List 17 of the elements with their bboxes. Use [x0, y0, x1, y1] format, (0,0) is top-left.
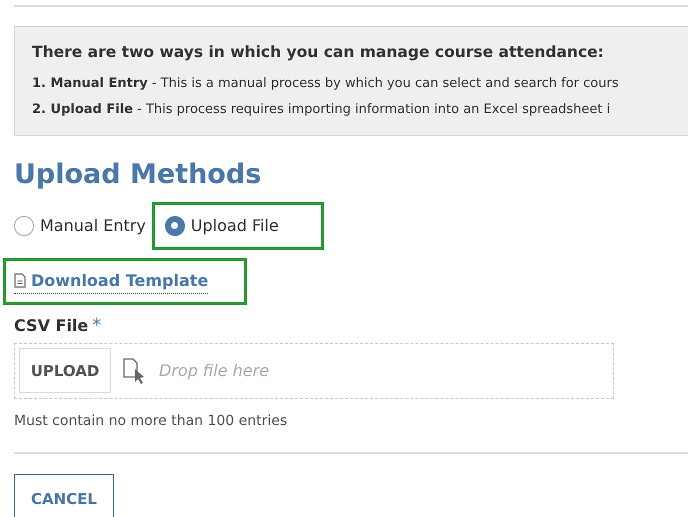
section-title: Upload Methods	[14, 158, 262, 192]
cancel-button[interactable]: CANCEL	[14, 474, 114, 517]
required-mark: *	[92, 314, 102, 338]
download-template-link[interactable]: Download Template	[14, 268, 208, 294]
upload-button[interactable]: UPLOAD	[19, 348, 111, 394]
file-drop-zone[interactable]: UPLOAD Drop file here	[14, 342, 614, 399]
info-line: 2. Upload File - This process requires importing information into an Excel spreadsheet i	[32, 100, 610, 119]
radio-option[interactable]: Upload File	[164, 214, 279, 238]
radio-option[interactable]: Manual Entry	[14, 214, 146, 238]
field-label: CSV File	[14, 314, 88, 337]
info-title: There are two ways in which you can manage course attendance:	[32, 42, 604, 63]
document-icon	[14, 273, 26, 288]
radio-button[interactable]	[14, 216, 34, 236]
info-line: 1. Manual Entry - This is a manual process by which you can select and search for cours	[32, 75, 619, 94]
hint-text: Must contain no more than 100 entries	[14, 412, 288, 431]
drop-placeholder: Drop file here	[159, 360, 270, 382]
radio-button[interactable]	[164, 216, 185, 236]
